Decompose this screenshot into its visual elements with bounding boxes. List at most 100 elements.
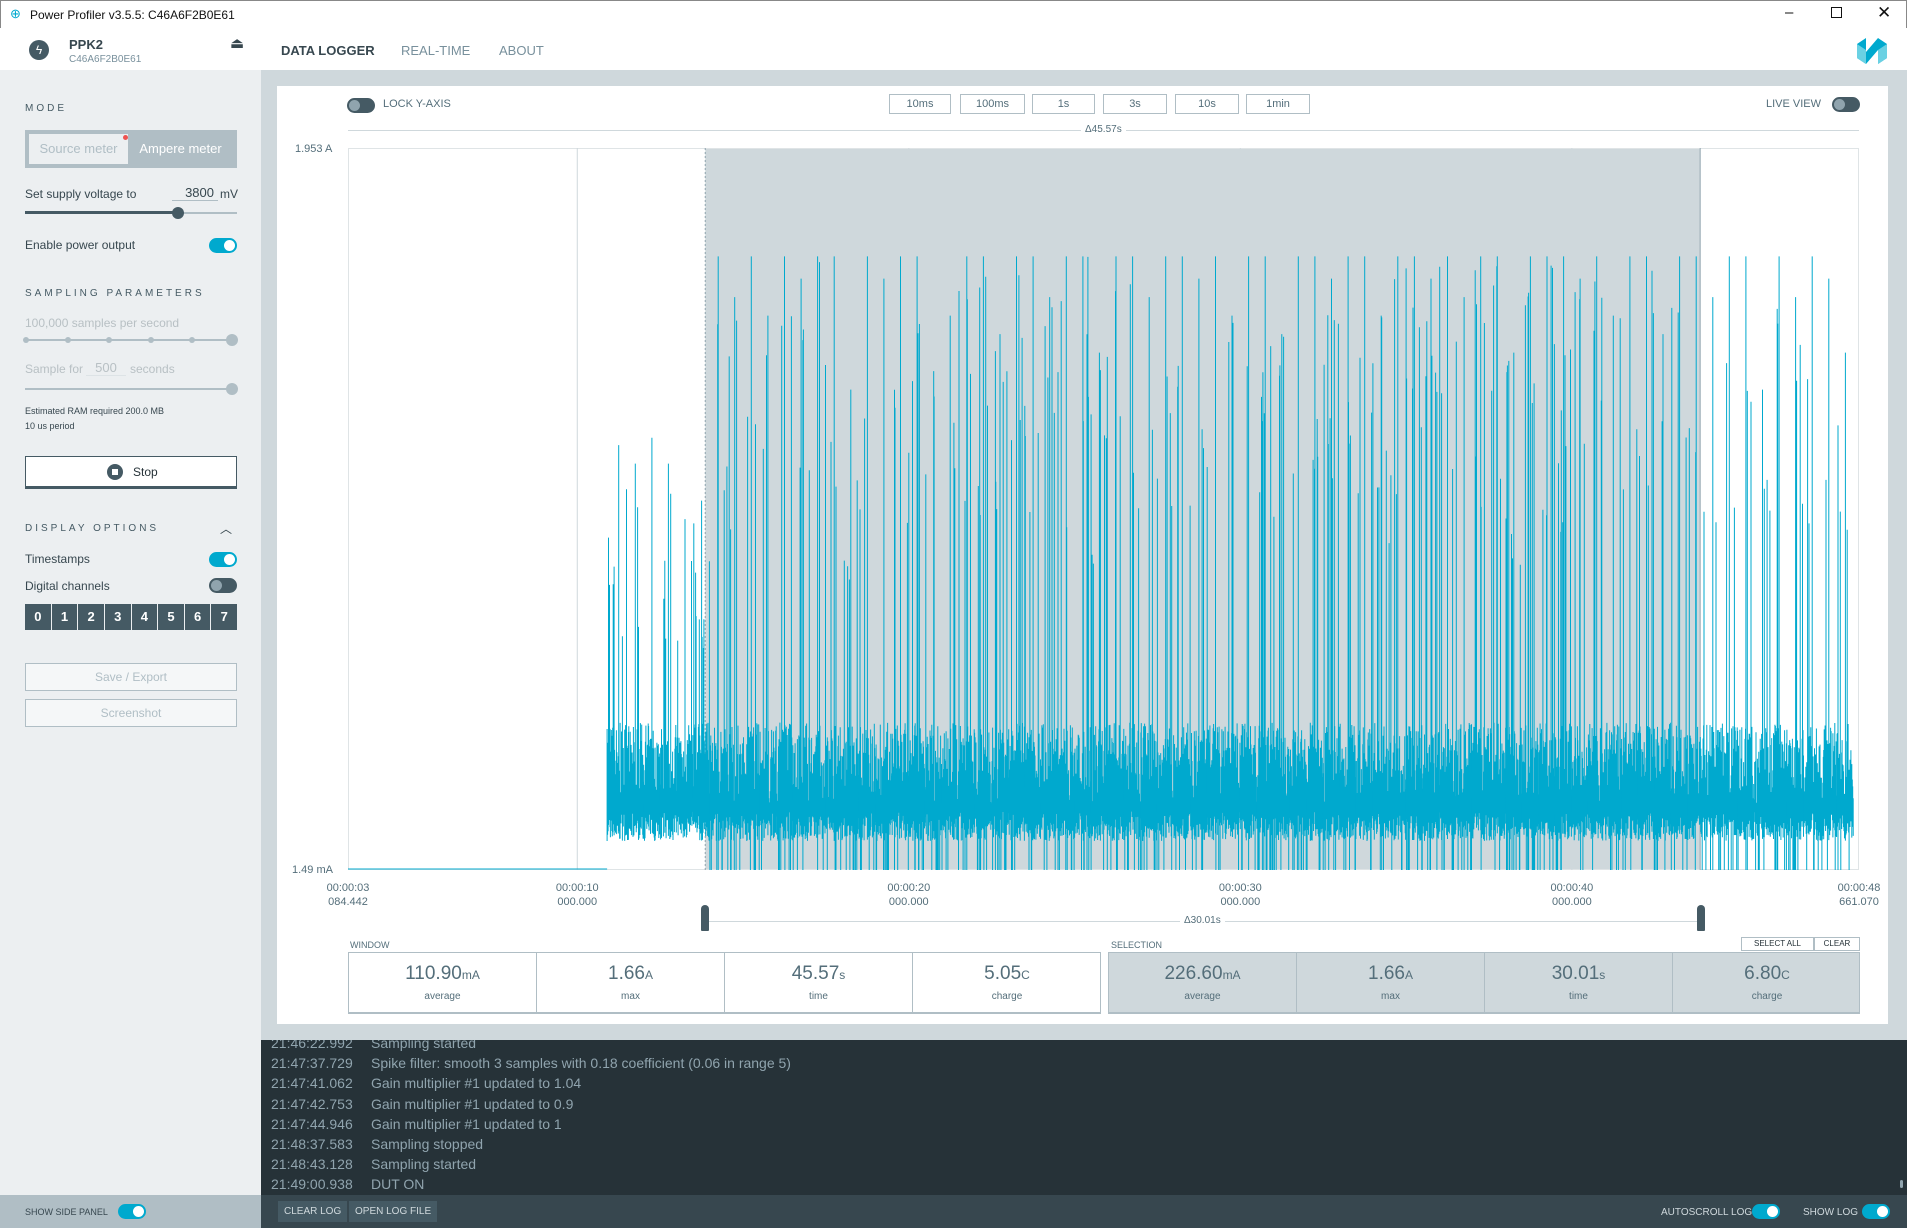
save-export-button[interactable]: Save / Export xyxy=(25,663,237,691)
sample-duration-input[interactable]: 500 xyxy=(86,360,126,376)
stat-value: 6.80 xyxy=(1744,963,1782,984)
show-side-panel-toggle[interactable] xyxy=(118,1204,146,1219)
supply-voltage-input[interactable]: 3800 xyxy=(172,185,218,201)
stat-label: time xyxy=(1569,991,1588,1002)
selection-stats-label: SELECTION xyxy=(1111,940,1163,950)
clear-log-button[interactable]: CLEAR LOG xyxy=(278,1201,348,1222)
selection-start-handle[interactable] xyxy=(701,905,709,931)
log-message: Gain multiplier #1 updated to 1 xyxy=(371,1115,562,1132)
signal-segment xyxy=(1704,297,1722,870)
window-stats-label: WINDOW xyxy=(350,940,390,950)
digital-channels-label: Digital channels xyxy=(25,579,110,593)
selection-end-handle[interactable] xyxy=(1697,905,1705,931)
window-span-label: Δ45.57s xyxy=(1081,124,1126,135)
maximize-icon[interactable] xyxy=(1831,7,1842,18)
x-tick-ms: 000.000 xyxy=(1551,896,1592,908)
chevron-up-icon[interactable]: ︿ xyxy=(220,520,232,537)
log-scrollbar[interactable] xyxy=(1900,1180,1903,1188)
close-icon[interactable]: ✕ xyxy=(1877,3,1891,23)
stat-label: average xyxy=(424,991,461,1002)
screenshot-button[interactable]: Screenshot xyxy=(25,699,237,727)
clear-selection-button[interactable]: CLEAR xyxy=(1814,937,1860,951)
stat-value: 110.90 xyxy=(405,963,462,984)
x-tick-label: 00:00:30 000.000 xyxy=(1219,881,1262,909)
live-view-toggle[interactable] xyxy=(1832,97,1860,112)
window-3s-button[interactable]: 3s xyxy=(1103,94,1167,114)
enable-power-toggle[interactable] xyxy=(209,238,237,253)
digital-channel-1[interactable]: 1 xyxy=(51,604,78,630)
slider-handle[interactable] xyxy=(226,334,238,346)
minimize-icon[interactable]: – xyxy=(1785,4,1793,21)
signal-segment xyxy=(659,463,677,840)
log-time: 21:47:42.753 xyxy=(271,1095,353,1112)
digital-channel-7[interactable]: 7 xyxy=(211,604,237,630)
window-1min-button[interactable]: 1min xyxy=(1246,94,1310,114)
current-plot[interactable] xyxy=(348,148,1859,870)
ampere-meter-button[interactable]: Ampere meter xyxy=(128,134,233,164)
stop-button[interactable]: Stop xyxy=(25,456,237,489)
supply-voltage-unit: mV xyxy=(220,187,238,201)
side-panel-footer: SHOW SIDE PANEL xyxy=(0,1195,261,1228)
stat-value: 5.05 xyxy=(984,963,1022,984)
log-message: DUT ON xyxy=(371,1176,425,1193)
sample-rate-slider[interactable] xyxy=(23,334,238,346)
stop-icon xyxy=(107,464,123,480)
eject-icon[interactable]: ⏏ xyxy=(230,34,244,52)
stat-value: 1.66 xyxy=(608,963,645,984)
window-100ms-button[interactable]: 100ms xyxy=(960,94,1025,114)
window-10s-button[interactable]: 10s xyxy=(1175,94,1239,114)
tab-about[interactable]: ABOUT xyxy=(499,43,544,58)
signal-segment xyxy=(1803,256,1821,870)
digital-channel-6[interactable]: 6 xyxy=(184,604,211,630)
x-tick-time: 00:00:03 xyxy=(326,882,370,894)
window-stat-average: 110.90mA average xyxy=(349,953,537,1013)
log-entry: 21:47:44.946 Gain multiplier #1 updated t… xyxy=(271,1116,562,1132)
stat-value: 45.57 xyxy=(791,963,840,984)
show-side-panel-label: SHOW SIDE PANEL xyxy=(25,1207,108,1217)
slider-handle[interactable] xyxy=(171,207,184,219)
lock-y-axis-label: LOCK Y-AXIS xyxy=(383,98,451,110)
sample-duration-slider[interactable] xyxy=(25,383,238,395)
log-entry: 21:48:37.583 Sampling stopped xyxy=(271,1136,483,1152)
open-log-file-button[interactable]: OPEN LOG FILE xyxy=(349,1201,438,1222)
log-entry: 21:48:43.128 Sampling started xyxy=(271,1156,476,1172)
display-options-title: DISPLAY OPTIONS xyxy=(25,523,160,534)
digital-channel-0[interactable]: 0 xyxy=(25,604,51,630)
log-message: Sampling stopped xyxy=(371,1136,484,1152)
digital-channel-2[interactable]: 2 xyxy=(78,604,104,630)
x-tick-ms: 000.000 xyxy=(557,896,598,908)
supply-voltage-slider[interactable] xyxy=(25,207,237,219)
show-log-label: SHOW LOG xyxy=(1803,1207,1859,1218)
signal-segment xyxy=(1753,389,1771,870)
log-time: 21:47:37.729 xyxy=(271,1055,353,1072)
window-stat-charge: 5.05C charge xyxy=(913,953,1101,1013)
tab-data-logger[interactable]: DATA LOGGER xyxy=(281,43,375,58)
mode-title: MODE xyxy=(25,103,67,114)
app-icon: ⊕ xyxy=(10,6,21,21)
source-meter-button[interactable]: Source meter xyxy=(29,134,128,164)
digital-channels-toggle[interactable] xyxy=(209,578,237,593)
log-entry: 21:47:42.753 Gain multiplier #1 updated t… xyxy=(271,1095,573,1112)
window-10ms-button[interactable]: 10ms xyxy=(889,94,951,114)
side-panel: MODE Source meter Ampere meter Set suppl… xyxy=(0,70,261,1195)
x-tick-time: 00:00:30 xyxy=(1218,882,1262,894)
log-time: 21:48:37.583 xyxy=(271,1136,353,1152)
digital-channel-4[interactable]: 4 xyxy=(131,604,158,630)
x-tick-label: 00:00:48 661.070 xyxy=(1838,881,1881,909)
slider-handle[interactable] xyxy=(226,383,238,395)
stat-unit: s xyxy=(839,968,846,982)
digital-channel-5[interactable]: 5 xyxy=(158,604,184,630)
select-all-button[interactable]: SELECT ALL xyxy=(1741,937,1814,951)
autoscroll-log-toggle[interactable] xyxy=(1752,1204,1780,1219)
signal-segment xyxy=(609,445,627,841)
selection-stat-charge: 6.80C charge xyxy=(1673,953,1861,1013)
log-entry: 21:49:00.938 DUT ON xyxy=(271,1176,424,1192)
enable-power-label: Enable power output xyxy=(25,238,136,252)
lock-y-axis-toggle[interactable] xyxy=(347,98,375,113)
stat-unit: A xyxy=(644,968,653,982)
timestamps-toggle[interactable] xyxy=(209,552,237,567)
tab-real-time[interactable]: REAL-TIME xyxy=(401,43,470,58)
show-log-toggle[interactable] xyxy=(1862,1204,1890,1219)
digital-channel-3[interactable]: 3 xyxy=(104,604,131,630)
window-1s-button[interactable]: 1s xyxy=(1032,94,1095,114)
